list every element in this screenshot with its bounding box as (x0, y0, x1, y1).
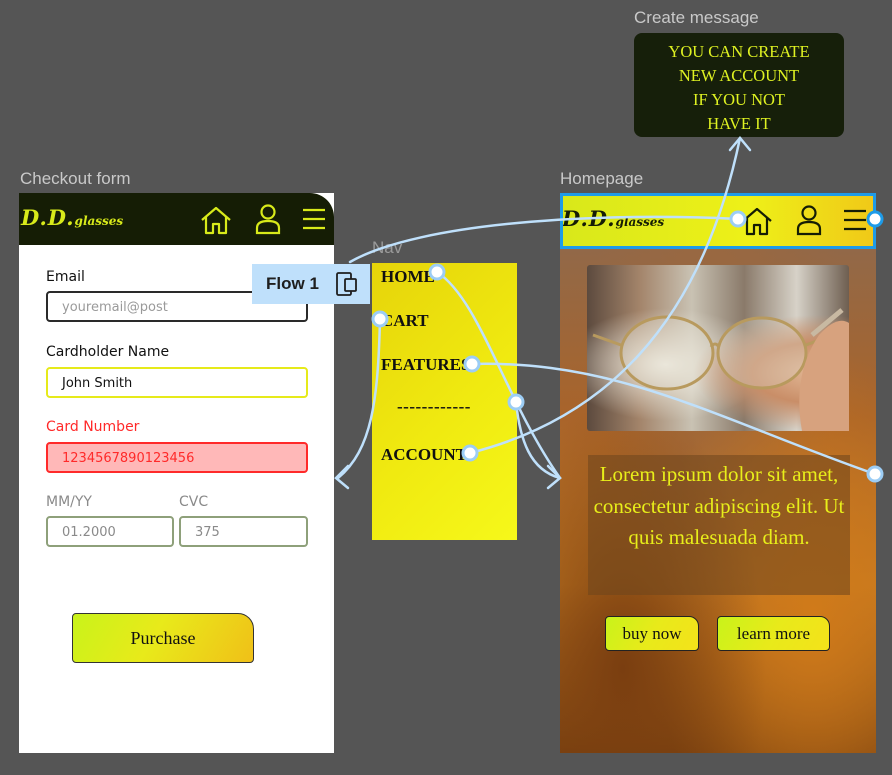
home-icon[interactable] (199, 205, 233, 235)
purchase-button[interactable]: Purchase (72, 613, 254, 663)
buy-now-button[interactable]: buy now (605, 616, 699, 651)
flow-label: Flow 1 (266, 274, 319, 293)
arrowhead-checkout (334, 464, 350, 490)
brand-logo[interactable]: D.D.glasses (562, 206, 664, 231)
checkout-header: D.D.glasses (19, 193, 334, 245)
cvc-label: CVC (179, 494, 209, 510)
cardholder-label: Cardholder Name (46, 344, 170, 360)
nav-item-home[interactable]: HOME (381, 267, 435, 287)
message-line: IF YOU NOT (693, 90, 785, 109)
cardholder-field[interactable]: John Smith (46, 367, 308, 398)
connector-nav-to-homepage (514, 400, 562, 480)
nav-item-features[interactable]: FEATURES (381, 355, 470, 375)
homepage-frame[interactable]: D.D.glasses Lorem ipsum dolor sit amet, … (560, 193, 876, 753)
homepage-frame-label[interactable]: Homepage (560, 169, 643, 189)
expiry-field[interactable]: 01.2000 (46, 516, 174, 547)
nav-frame-label[interactable]: Nav (372, 238, 402, 258)
message-line: NEW ACCOUNT (678, 66, 800, 85)
arrowhead-message (728, 136, 752, 152)
learn-more-button[interactable]: learn more (717, 616, 830, 651)
message-line: HAVE IT (707, 114, 771, 133)
nav-frame[interactable]: HOME CART FEATURES ------------ ACCOUNT (372, 263, 517, 540)
home-icon[interactable] (740, 206, 774, 236)
user-icon[interactable] (255, 204, 281, 235)
hero-text: Lorem ipsum dolor sit amet, consectetur … (588, 455, 850, 595)
card-number-label: Card Number (46, 419, 140, 435)
card-number-field[interactable]: 1234567890123456 (46, 442, 308, 473)
homepage-header[interactable]: D.D.glasses (560, 193, 876, 249)
nav-item-account[interactable]: ACCOUNT (381, 445, 467, 465)
create-message-card[interactable]: YOU CAN CREATE NEW ACCOUNT IF YOU NOT HA… (634, 33, 844, 137)
glasses-illustration (592, 308, 849, 431)
menu-icon[interactable] (302, 208, 326, 230)
message-line: YOU CAN CREATE (668, 42, 810, 61)
nav-divider: ------------ (397, 397, 471, 416)
email-label: Email (46, 269, 85, 285)
brand-logo[interactable]: D.D.glasses (21, 205, 123, 230)
nav-item-cart[interactable]: CART (381, 311, 429, 331)
arrowhead-homepage (546, 464, 562, 490)
cvc-field[interactable]: 375 (179, 516, 308, 547)
message-frame-label[interactable]: Create message (634, 8, 759, 28)
user-icon[interactable] (796, 205, 822, 236)
expiry-label: MM/YY (46, 494, 92, 510)
checkout-frame-label[interactable]: Checkout form (20, 169, 131, 189)
flow-badge[interactable]: Flow 1 (252, 264, 370, 304)
menu-icon[interactable] (843, 209, 867, 231)
device-flow-icon (336, 272, 357, 296)
hero-glasses-photo (587, 265, 849, 431)
